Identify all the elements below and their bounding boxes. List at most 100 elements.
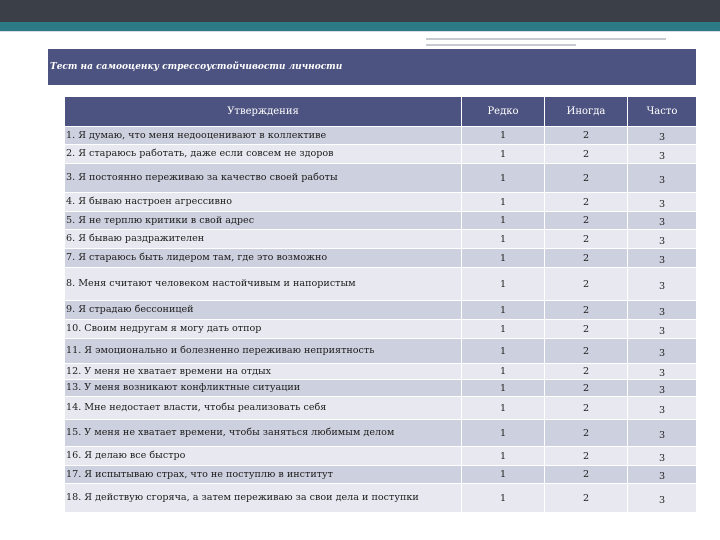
rarely-cell: 1 (461, 319, 545, 339)
column-header-often: Часто (627, 96, 697, 127)
sometimes-cell: 2 (544, 144, 628, 164)
statement-cell: 4. Я бываю настроен агрессивно (64, 192, 462, 212)
rarely-cell: 1 (461, 363, 545, 380)
table-row: 16. Я делаю все быстро 1 2 3 (64, 446, 697, 466)
rarely-cell: 1 (461, 300, 545, 320)
statement-cell: 18. Я действую сгоряча, а затем пережива… (64, 483, 462, 513)
table-row: 10. Своим недругам я могу дать отпор 1 2 3 (64, 319, 697, 339)
column-header-rarely: Редко (461, 96, 545, 127)
header-bar-accent (0, 22, 720, 31)
statement-cell: 11. Я эмоционально и болезненно пережива… (64, 338, 462, 364)
often-cell: 3 (627, 483, 697, 513)
table-row: 4. Я бываю настроен агрессивно 1 2 3 (64, 192, 697, 212)
questionnaire-table-container: Утверждения Редко Иногда Часто 1. Я дума… (64, 96, 697, 513)
rarely-cell: 1 (461, 419, 545, 447)
statement-cell: 8. Меня считают человеком настойчивым и … (64, 267, 462, 301)
rarely-cell: 1 (461, 338, 545, 364)
sometimes-cell: 2 (544, 126, 628, 145)
often-cell: 3 (627, 248, 697, 268)
statement-cell: 2. Я стараюсь работать, даже если совсем… (64, 144, 462, 164)
table-row: 9. Я страдаю бессоницей 1 2 3 (64, 300, 697, 320)
rarely-cell: 1 (461, 229, 545, 249)
questionnaire-table: Утверждения Редко Иногда Часто 1. Я дума… (64, 96, 697, 513)
statement-cell: 6. Я бываю раздражителен (64, 229, 462, 249)
statement-cell: 13. У меня возникают конфликтные ситуаци… (64, 379, 462, 397)
often-cell: 3 (627, 465, 697, 484)
sometimes-cell: 2 (544, 248, 628, 268)
statement-cell: 9. Я страдаю бессоницей (64, 300, 462, 320)
often-cell: 3 (627, 229, 697, 249)
rarely-cell: 1 (461, 126, 545, 145)
sometimes-cell: 2 (544, 363, 628, 380)
sometimes-cell: 2 (544, 300, 628, 320)
often-cell: 3 (627, 126, 697, 145)
sometimes-cell: 2 (544, 446, 628, 466)
table-row: 18. Я действую сгоряча, а затем пережива… (64, 483, 697, 513)
statement-cell: 15. У меня не хватает времени, чтобы зан… (64, 419, 462, 447)
header-bar-dark (0, 0, 720, 22)
often-cell: 3 (627, 446, 697, 466)
table-row: 15. У меня не хватает времени, чтобы зан… (64, 419, 697, 447)
often-cell: 3 (627, 338, 697, 364)
often-cell: 3 (627, 163, 697, 193)
often-cell: 3 (627, 363, 697, 380)
table-row: 6. Я бываю раздражителен 1 2 3 (64, 229, 697, 249)
column-header-sometimes: Иногда (544, 96, 628, 127)
sometimes-cell: 2 (544, 211, 628, 230)
rarely-cell: 1 (461, 396, 545, 420)
often-cell: 3 (627, 396, 697, 420)
sometimes-cell: 2 (544, 419, 628, 447)
sometimes-cell: 2 (544, 483, 628, 513)
rarely-cell: 1 (461, 483, 545, 513)
table-row: 11. Я эмоционально и болезненно пережива… (64, 338, 697, 364)
decorative-line (426, 38, 666, 40)
rarely-cell: 1 (461, 211, 545, 230)
table-row: 7. Я стараюсь быть лидером там, где это … (64, 248, 697, 268)
statement-cell: 17. Я испытываю страх, что не поступлю в… (64, 465, 462, 484)
often-cell: 3 (627, 319, 697, 339)
header-divider (0, 31, 720, 32)
often-cell: 3 (627, 211, 697, 230)
rarely-cell: 1 (461, 379, 545, 397)
table-row: 2. Я стараюсь работать, даже если совсем… (64, 144, 697, 164)
table-row: 12. У меня не хватает времени на отдых 1 2… (64, 363, 697, 380)
rarely-cell: 1 (461, 144, 545, 164)
table-row: 17. Я испытываю страх, что не поступлю в… (64, 465, 697, 484)
often-cell: 3 (627, 419, 697, 447)
sometimes-cell: 2 (544, 267, 628, 301)
statement-cell: 3. Я постоянно переживаю за качество сво… (64, 163, 462, 193)
sometimes-cell: 2 (544, 465, 628, 484)
rarely-cell: 1 (461, 267, 545, 301)
often-cell: 3 (627, 144, 697, 164)
table-row: 8. Меня считают человеком настойчивым и … (64, 267, 697, 301)
statement-cell: 7. Я стараюсь быть лидером там, где это … (64, 248, 462, 268)
statement-cell: 12. У меня не хватает времени на отдых (64, 363, 462, 380)
table-row: 5. Я не терплю критики в свой адрес 1 2 3 (64, 211, 697, 230)
statement-cell: 5. Я не терплю критики в свой адрес (64, 211, 462, 230)
column-header-statements: Утверждения (64, 96, 462, 127)
sometimes-cell: 2 (544, 379, 628, 397)
rarely-cell: 1 (461, 192, 545, 212)
rarely-cell: 1 (461, 248, 545, 268)
statement-cell: 14. Мне недостает власти, чтобы реализов… (64, 396, 462, 420)
often-cell: 3 (627, 192, 697, 212)
sometimes-cell: 2 (544, 396, 628, 420)
often-cell: 3 (627, 300, 697, 320)
rarely-cell: 1 (461, 446, 545, 466)
sometimes-cell: 2 (544, 163, 628, 193)
often-cell: 3 (627, 267, 697, 301)
statement-cell: 10. Своим недругам я могу дать отпор (64, 319, 462, 339)
statement-cell: 16. Я делаю все быстро (64, 446, 462, 466)
sometimes-cell: 2 (544, 319, 628, 339)
rarely-cell: 1 (461, 465, 545, 484)
sometimes-cell: 2 (544, 192, 628, 212)
table-row: 3. Я постоянно переживаю за качество сво… (64, 163, 697, 193)
decorative-line (426, 44, 576, 46)
test-title: Тест на самооценку стрессоустойчивости л… (48, 49, 696, 85)
sometimes-cell: 2 (544, 229, 628, 249)
table-header-row: Утверждения Редко Иногда Часто (64, 96, 697, 127)
sometimes-cell: 2 (544, 338, 628, 364)
often-cell: 3 (627, 379, 697, 397)
statement-cell: 1. Я думаю, что меня недооценивают в кол… (64, 126, 462, 145)
table-row: 1. Я думаю, что меня недооценивают в кол… (64, 126, 697, 145)
